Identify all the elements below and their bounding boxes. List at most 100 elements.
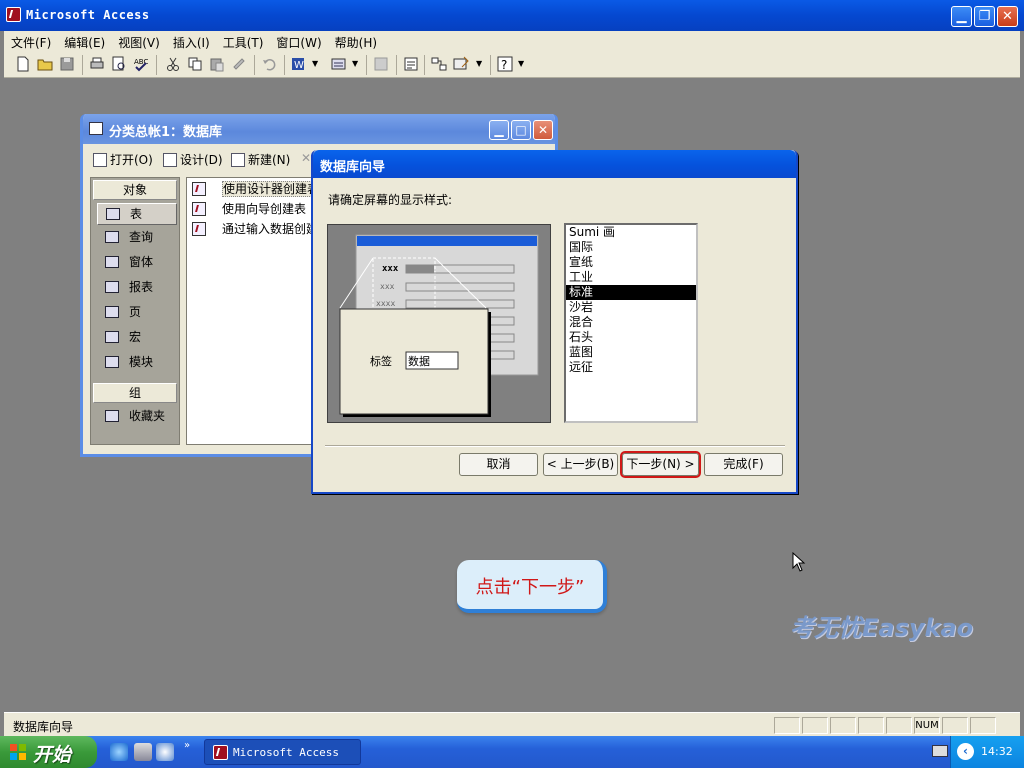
app-title-bar[interactable]: Microsoft Access ▁ ❐ ✕ <box>0 0 1024 31</box>
object-queries[interactable]: 查询 <box>97 227 177 249</box>
menu-help[interactable]: 帮助(H) <box>328 31 383 51</box>
access-app-icon <box>213 745 228 760</box>
style-option[interactable]: 混合 <box>566 315 696 330</box>
quicklaunch-more-icon[interactable]: » <box>184 740 190 751</box>
start-button[interactable]: 开始 <box>0 736 97 768</box>
delete-icon[interactable]: ✕ <box>301 151 311 165</box>
style-option[interactable]: 沙岩 <box>566 300 696 315</box>
menu-insert[interactable]: 插入(I) <box>166 31 216 51</box>
style-option[interactable]: 宣纸 <box>566 255 696 270</box>
object-modules[interactable]: 模块 <box>97 352 177 374</box>
internet-explorer-icon[interactable] <box>110 743 128 761</box>
preview-xxx-3: xxxx <box>376 299 395 308</box>
dropdown-arrow-icon[interactable]: ▼ <box>352 59 358 68</box>
objects-pane: 对象 表 查询 窗体 报表 页 宏 模块 组 收藏夹 <box>90 177 180 445</box>
cancel-button[interactable]: 取消 <box>459 453 538 476</box>
menu-file[interactable]: 文件(F) <box>4 31 57 51</box>
relationships-icon[interactable] <box>430 55 448 73</box>
menu-view[interactable]: 视图(V) <box>111 31 166 51</box>
format-painter-icon[interactable] <box>230 55 248 73</box>
wizard-shortcut-icon <box>192 202 206 216</box>
list-item[interactable]: 使用设计器创建表 <box>192 180 321 198</box>
wizard-title: 数据库向导 <box>320 160 386 175</box>
callout-text: 点击“下一步” <box>475 577 585 598</box>
quicklaunch-icon[interactable] <box>156 743 174 761</box>
copy-icon[interactable] <box>186 55 204 73</box>
keyboard-icon[interactable] <box>932 745 948 757</box>
module-icon <box>105 356 119 368</box>
finish-button[interactable]: 完成(F) <box>704 453 783 476</box>
list-item[interactable]: 使用向导创建表 <box>192 200 306 218</box>
style-option[interactable]: 远征 <box>566 360 696 375</box>
new-object-icon[interactable] <box>452 55 470 73</box>
object-reports[interactable]: 报表 <box>97 277 177 299</box>
objects-header[interactable]: 对象 <box>93 180 177 200</box>
minimize-button[interactable]: ▁ <box>951 6 972 27</box>
style-preview-image: xxx xxx xxxx 标签 数据 <box>339 234 539 417</box>
dropdown-arrow-icon[interactable]: ▼ <box>312 59 318 68</box>
db-maximize-button[interactable]: □ <box>511 120 531 140</box>
object-forms[interactable]: 窗体 <box>97 252 177 274</box>
access-app-icon[interactable] <box>6 7 21 22</box>
object-macros[interactable]: 宏 <box>97 327 177 349</box>
svg-text:?: ? <box>501 58 507 72</box>
style-listbox[interactable]: Sumi 画 国际 宣纸 工业 标准 沙岩 混合 石头 蓝图 远征 <box>564 223 698 423</box>
standard-toolbar: ABC W ▼ ▼ ▼ ? ▼ <box>4 51 1020 78</box>
maximize-button[interactable]: ❐ <box>974 6 995 27</box>
app-title: Microsoft Access <box>26 8 150 22</box>
media-icon[interactable] <box>134 743 152 761</box>
svg-text:ABC: ABC <box>134 58 148 66</box>
db-minimize-button[interactable]: ▁ <box>489 120 509 140</box>
watermark-text: 考无忧Easykao <box>790 614 974 642</box>
wizard-shortcut-icon <box>192 182 206 196</box>
database-window-title-bar[interactable]: 分类总帐1：数据库 ▁ □ ✕ <box>83 114 555 144</box>
group-favorites[interactable]: 收藏夹 <box>97 406 177 428</box>
style-option[interactable]: Sumi 画 <box>566 225 696 240</box>
undo-icon[interactable] <box>260 55 278 73</box>
dropdown-arrow-icon[interactable]: ▼ <box>476 59 482 68</box>
design-icon <box>163 153 177 167</box>
new-button[interactable]: 新建(N) <box>231 151 290 168</box>
print-preview-icon[interactable] <box>110 55 128 73</box>
groups-header[interactable]: 组 <box>93 383 177 403</box>
cut-icon[interactable] <box>164 55 182 73</box>
save-icon[interactable] <box>58 55 76 73</box>
maximize-icon: □ <box>515 123 527 137</box>
design-button[interactable]: 设计(D) <box>163 151 223 168</box>
clock: 14:32 <box>981 745 1013 758</box>
print-icon[interactable] <box>88 55 106 73</box>
preview-value: 数据 <box>408 354 430 368</box>
wizard-title-bar[interactable]: 数据库向导 <box>313 150 796 178</box>
object-pages[interactable]: 页 <box>97 302 177 324</box>
close-button[interactable]: ✕ <box>997 6 1018 27</box>
style-option[interactable]: 国际 <box>566 240 696 255</box>
paste-icon[interactable] <box>208 55 226 73</box>
office-links-icon[interactable]: W <box>290 55 308 73</box>
menu-window[interactable]: 窗口(W) <box>269 31 327 51</box>
style-option-selected[interactable]: 标准 <box>566 285 696 300</box>
spelling-icon[interactable]: ABC <box>132 55 150 73</box>
properties-icon[interactable] <box>402 55 420 73</box>
help-icon[interactable]: ? <box>496 55 514 73</box>
database-window-title: 分类总帐1：数据库 <box>109 125 223 140</box>
style-option[interactable]: 工业 <box>566 270 696 285</box>
menu-edit[interactable]: 编辑(E) <box>57 31 111 51</box>
dropdown-arrow-icon[interactable]: ▼ <box>518 59 524 68</box>
new-file-icon[interactable] <box>14 55 32 73</box>
next-button[interactable]: 下一步(N) > <box>620 451 701 478</box>
back-button[interactable]: < 上一步(B) <box>543 453 618 476</box>
db-close-button[interactable]: ✕ <box>533 120 553 140</box>
close-icon: ✕ <box>1002 9 1013 24</box>
taskbar-item-access[interactable]: Microsoft Access <box>204 739 361 765</box>
open-button[interactable]: 打开(O) <box>93 151 153 168</box>
list-item[interactable]: 通过输入数据创建 <box>192 220 318 238</box>
analyze-icon[interactable] <box>330 55 348 73</box>
tray-expand-icon[interactable]: ‹ <box>957 743 974 760</box>
open-folder-icon[interactable] <box>36 55 54 73</box>
code-icon[interactable] <box>372 55 390 73</box>
object-tables[interactable]: 表 <box>97 203 177 225</box>
style-option[interactable]: 石头 <box>566 330 696 345</box>
minimize-icon: ▁ <box>956 9 967 24</box>
menu-tools[interactable]: 工具(T) <box>216 31 270 51</box>
style-option[interactable]: 蓝图 <box>566 345 696 360</box>
